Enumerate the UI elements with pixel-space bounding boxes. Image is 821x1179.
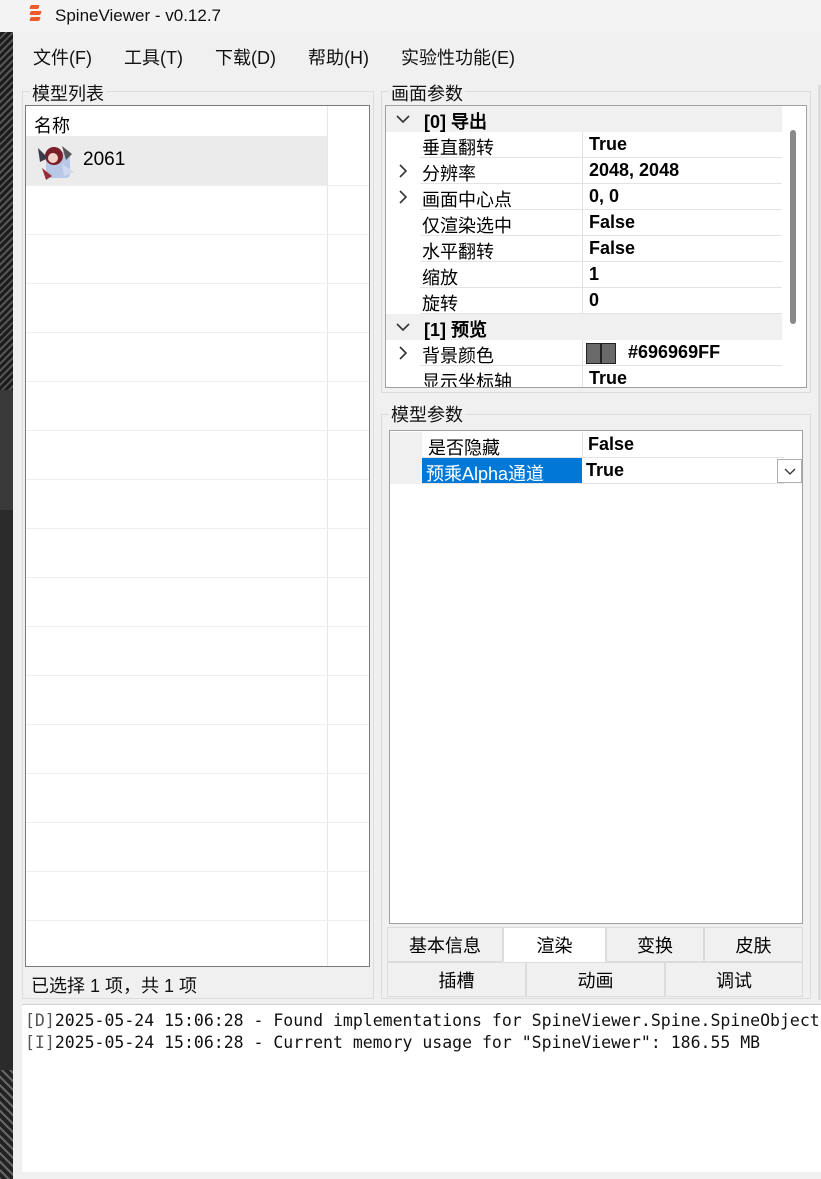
category-label: [0] 导出 (424, 112, 487, 132)
model-list-group-title: 模型列表 (30, 80, 106, 106)
canvas-params-group-title: 画面参数 (389, 80, 465, 106)
window-bottom-edge (13, 1172, 821, 1179)
background-pattern (0, 1070, 13, 1179)
background-band (0, 390, 13, 510)
tab-basic-info[interactable]: 基本信息 (387, 927, 503, 962)
chevron-right-icon[interactable] (394, 188, 412, 206)
property-row[interactable]: 分辨率 2048, 2048 (386, 158, 782, 184)
row-divider (26, 332, 369, 333)
tab-transform[interactable]: 变换 (606, 927, 704, 962)
row-divider (26, 430, 369, 431)
tab-render[interactable]: 渲染 (503, 927, 606, 962)
row-divider (26, 675, 369, 676)
property-row-selected[interactable]: 预乘Alpha通道 True (390, 458, 802, 484)
property-value[interactable]: 2048, 2048 (589, 160, 679, 181)
row-divider (26, 920, 369, 921)
row-divider (26, 871, 369, 872)
chevron-down-icon[interactable] (394, 318, 412, 336)
property-name: 显示坐标轴 (422, 372, 512, 388)
row-divider (26, 234, 369, 235)
menu-help[interactable]: 帮助(H) (288, 38, 381, 74)
property-row[interactable]: 垂直翻转 True (386, 132, 782, 158)
menu-bar: 文件(F) 工具(T) 下载(D) 帮助(H) 实验性功能(E) (13, 38, 527, 74)
property-value[interactable]: True (589, 134, 627, 155)
property-value[interactable]: False (588, 434, 634, 455)
column-header-name[interactable]: 名称 (34, 112, 70, 138)
list-item-name[interactable]: 2061 (83, 149, 125, 171)
property-value[interactable]: 0 (589, 290, 599, 311)
chevron-down-icon[interactable] (394, 110, 412, 128)
chevron-right-icon[interactable] (394, 162, 412, 180)
app-logo-icon (29, 5, 42, 25)
log-output[interactable]: [D]2025-05-24 15:06:28 - Found implement… (22, 1004, 821, 1172)
property-row[interactable]: 仅渲染选中 False (386, 210, 782, 236)
tab-slots[interactable]: 插槽 (387, 962, 526, 997)
property-value[interactable]: True (589, 368, 627, 387)
property-row[interactable]: 水平翻转 False (386, 236, 782, 262)
title-bar[interactable]: SpineViewer - v0.12.7 (0, 0, 821, 32)
log-line: [D]2025-05-24 15:06:28 - Found implement… (25, 1011, 820, 1030)
property-value[interactable]: 1 (589, 264, 599, 285)
row-divider (26, 528, 369, 529)
property-value[interactable]: 0, 0 (589, 186, 619, 207)
menu-tools[interactable]: 工具(T) (104, 38, 195, 74)
menu-file[interactable]: 文件(F) (13, 38, 104, 74)
model-list[interactable]: 名称 2061 (25, 105, 370, 967)
window-title: SpineViewer - v0.12.7 (55, 6, 222, 25)
row-divider (26, 773, 369, 774)
log-line: [I]2025-05-24 15:06:28 - Current memory … (25, 1033, 761, 1052)
property-row[interactable]: 缩放 1 (386, 262, 782, 288)
category-preview[interactable]: [1] 预览 (386, 314, 782, 340)
column-divider (327, 106, 328, 966)
row-divider (26, 479, 369, 480)
property-row[interactable]: 显示坐标轴 True (386, 366, 782, 388)
property-value[interactable]: False (589, 238, 635, 259)
category-label: [1] 预览 (424, 320, 487, 340)
background-desktop-strip (0, 30, 13, 1179)
chevron-right-icon[interactable] (394, 344, 412, 362)
property-value[interactable]: True (586, 460, 624, 481)
property-row[interactable]: 背景颜色 #696969FF (386, 340, 782, 366)
row-divider (26, 822, 369, 823)
canvas-property-grid[interactable]: [0] 导出 垂直翻转 True 分辨率 2048, 2048 画面中心点 0,… (385, 105, 807, 388)
color-swatch[interactable] (586, 343, 616, 364)
selection-status: 已选择 1 项，共 1 项 (31, 976, 198, 996)
model-params-group-title: 模型参数 (389, 401, 465, 427)
property-row[interactable]: 画面中心点 0, 0 (386, 184, 782, 210)
tab-animation[interactable]: 动画 (526, 962, 665, 997)
vertical-scrollbar[interactable] (790, 130, 796, 324)
row-divider (26, 185, 369, 186)
model-params-tabs: 基本信息 渲染 变换 皮肤 插槽 动画 调试 (387, 927, 803, 999)
chevron-down-icon (784, 468, 795, 475)
category-export[interactable]: [0] 导出 (386, 106, 782, 132)
menu-download[interactable]: 下载(D) (195, 38, 288, 74)
background-pattern (0, 30, 13, 390)
tab-skin[interactable]: 皮肤 (704, 927, 803, 962)
menu-experimental[interactable]: 实验性功能(E) (381, 38, 527, 74)
row-divider (26, 381, 369, 382)
row-divider (26, 577, 369, 578)
tab-debug[interactable]: 调试 (665, 962, 803, 997)
row-divider (26, 283, 369, 284)
model-thumbnail-icon (38, 146, 74, 180)
row-divider (26, 626, 369, 627)
property-value[interactable]: #696969FF (628, 342, 720, 363)
property-row[interactable]: 是否隐藏 False (390, 432, 802, 458)
model-property-grid[interactable]: 是否隐藏 False 预乘Alpha通道 True (389, 430, 803, 924)
dropdown-button[interactable] (777, 459, 802, 483)
property-value[interactable]: False (589, 212, 635, 233)
row-divider (26, 724, 369, 725)
property-row[interactable]: 旋转 0 (386, 288, 782, 314)
